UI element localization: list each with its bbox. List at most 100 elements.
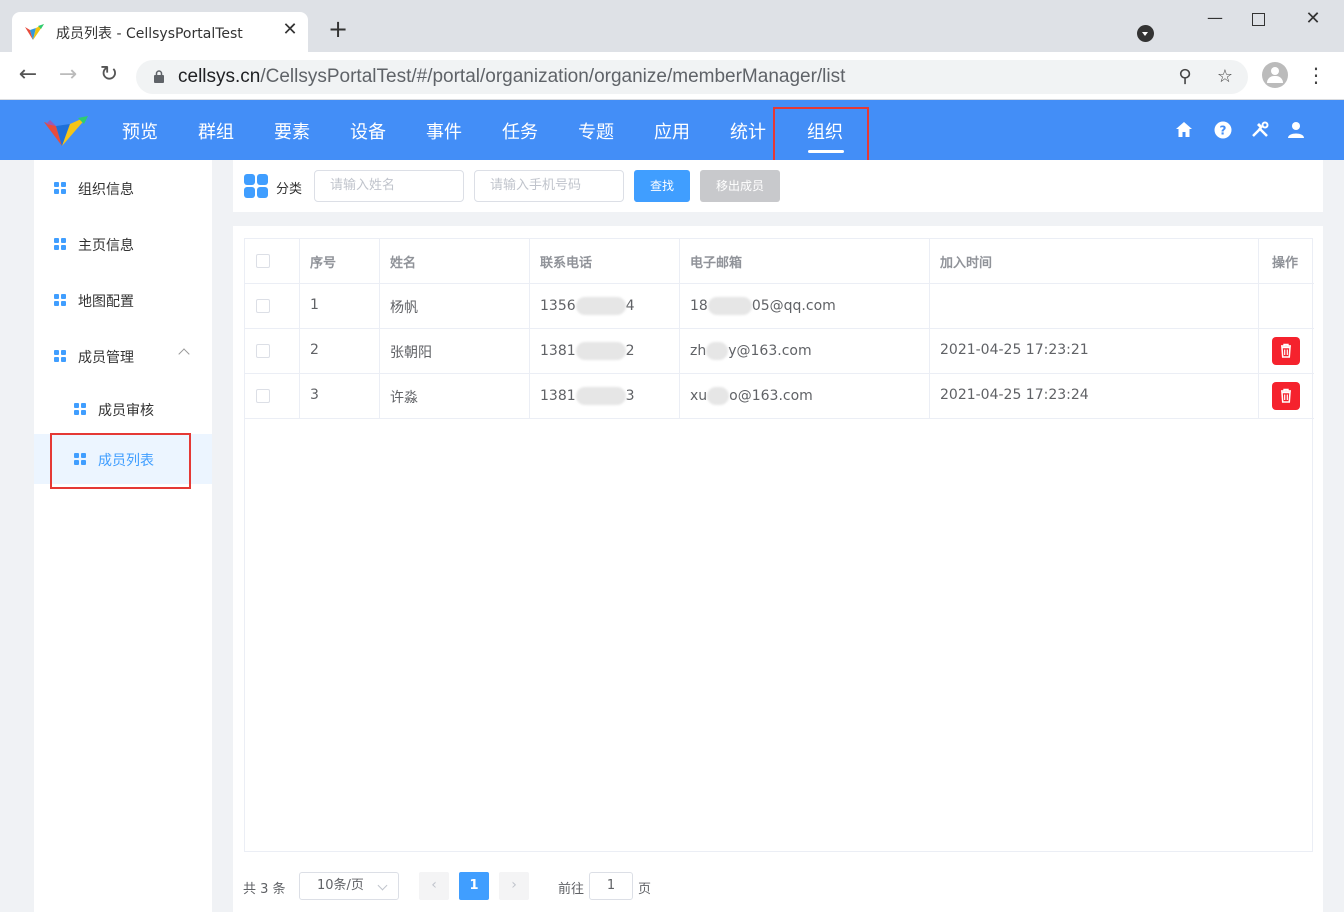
browser-titlebar: 成员列表 - CellsysPortalTest ✕ + — ✕ bbox=[0, 0, 1344, 52]
cell-email: zh y@163.com bbox=[680, 329, 930, 374]
goto-prefix: 前往 bbox=[558, 882, 585, 897]
row-checkbox[interactable] bbox=[256, 299, 270, 313]
nav-item-elements[interactable]: 要素 bbox=[274, 118, 310, 144]
redacted-blur bbox=[706, 342, 729, 360]
omnibox[interactable]: cellsys.cn/CellsysPortalTest/#/portal/or… bbox=[136, 60, 1248, 94]
remove-member-button[interactable]: 移出成员 bbox=[700, 170, 780, 202]
browser-tab[interactable]: 成员列表 - CellsysPortalTest ✕ bbox=[12, 12, 308, 52]
table-row bbox=[245, 284, 300, 329]
prev-page-button[interactable]: ‹ bbox=[419, 872, 449, 900]
cell-joined: 2021-04-25 17:23:21 bbox=[930, 329, 1259, 374]
browser-menu-icon[interactable]: ⋮ bbox=[1306, 62, 1326, 90]
browser-address-bar: ← → ↻ cellsys.cn/CellsysPortalTest/#/por… bbox=[0, 52, 1344, 100]
category-grid-icon bbox=[244, 174, 268, 198]
sidebar-item-org-info[interactable]: 组织信息 bbox=[34, 160, 212, 216]
grid-icon bbox=[54, 294, 66, 306]
cell-name: 许淼 bbox=[380, 374, 530, 419]
cell-joined: 2021-04-25 17:23:24 bbox=[930, 374, 1259, 419]
header-select-cell bbox=[245, 239, 300, 284]
page-number-current[interactable]: 1 bbox=[459, 872, 489, 900]
phone-search-input[interactable]: 请输入手机号码 bbox=[474, 170, 624, 202]
row-checkbox[interactable] bbox=[256, 344, 270, 358]
back-icon[interactable]: ← bbox=[16, 64, 40, 88]
cell-phone: 1356 4 bbox=[530, 284, 680, 329]
cell-email: 18 05@qq.com bbox=[680, 284, 930, 329]
zoom-icon[interactable]: ⚲ bbox=[1174, 66, 1196, 88]
nav-item-groups[interactable]: 群组 bbox=[198, 118, 234, 144]
grid-icon bbox=[74, 403, 86, 415]
tools-icon[interactable] bbox=[1250, 120, 1270, 140]
forward-icon[interactable]: → bbox=[56, 64, 80, 88]
cell-index: 1 bbox=[300, 284, 380, 329]
bookmark-star-icon[interactable]: ☆ bbox=[1214, 66, 1236, 88]
chevron-up-icon bbox=[178, 348, 190, 360]
sidebar-item-label: 组织信息 bbox=[78, 182, 134, 198]
app-header: 预览 群组 要素 设备 事件 任务 专题 应用 统计 组织 ? bbox=[0, 100, 1344, 160]
sidebar: 组织信息 主页信息 地图配置 成员管理 成员审核 成员列表 bbox=[34, 160, 212, 912]
cell-index: 3 bbox=[300, 374, 380, 419]
redacted-blur bbox=[575, 387, 626, 405]
maximize-icon[interactable] bbox=[1244, 8, 1274, 32]
browser-profile-menu-icon[interactable] bbox=[1137, 25, 1154, 42]
name-search-input[interactable]: 请输入姓名 bbox=[314, 170, 464, 202]
filter-toolbar: 分类 请输入姓名 请输入手机号码 查找 移出成员 bbox=[233, 160, 1323, 212]
nav-item-stats[interactable]: 统计 bbox=[730, 118, 766, 144]
delete-member-button[interactable] bbox=[1272, 382, 1300, 410]
url-text[interactable]: cellsys.cn/CellsysPortalTest/#/portal/or… bbox=[178, 66, 845, 88]
home-icon[interactable] bbox=[1174, 120, 1194, 140]
user-icon[interactable] bbox=[1286, 120, 1306, 140]
window-close-icon[interactable]: ✕ bbox=[1298, 8, 1328, 32]
sidebar-item-label: 成员管理 bbox=[78, 350, 134, 366]
cell-name: 张朝阳 bbox=[380, 329, 530, 374]
sidebar-item-label: 成员审核 bbox=[98, 403, 154, 419]
cell-actions bbox=[1259, 329, 1314, 374]
app-logo bbox=[44, 116, 88, 146]
search-button[interactable]: 查找 bbox=[634, 170, 690, 202]
sidebar-item-home-info[interactable]: 主页信息 bbox=[34, 216, 212, 272]
cell-actions bbox=[1259, 284, 1314, 329]
help-icon[interactable]: ? bbox=[1213, 120, 1233, 140]
column-header-name: 姓名 bbox=[380, 239, 530, 284]
goto-page-input[interactable]: 1 bbox=[589, 872, 633, 900]
cell-phone: 1381 2 bbox=[530, 329, 680, 374]
grid-icon bbox=[54, 238, 66, 250]
sidebar-item-member-review[interactable]: 成员审核 bbox=[34, 384, 212, 434]
goto-suffix: 页 bbox=[638, 882, 652, 897]
trash-icon bbox=[1281, 388, 1291, 403]
sidebar-item-member-management[interactable]: 成员管理 bbox=[34, 328, 212, 384]
cell-name: 杨帆 bbox=[380, 284, 530, 329]
grid-icon bbox=[54, 350, 66, 362]
delete-member-button[interactable] bbox=[1272, 337, 1300, 365]
nav-item-preview[interactable]: 预览 bbox=[122, 118, 158, 144]
member-table-panel: 序号 姓名 联系电话 电子邮箱 加入时间 操作 1 杨帆 1356 4 18 05@… bbox=[233, 226, 1323, 912]
cell-index: 2 bbox=[300, 329, 380, 374]
nav-item-events[interactable]: 事件 bbox=[426, 118, 462, 144]
app-favicon-icon bbox=[25, 24, 44, 40]
nav-item-devices[interactable]: 设备 bbox=[350, 118, 386, 144]
nav-item-topics[interactable]: 专题 bbox=[578, 118, 614, 144]
tab-close-icon[interactable]: ✕ bbox=[280, 20, 300, 40]
grid-icon bbox=[54, 182, 66, 194]
table-row bbox=[245, 374, 300, 419]
sidebar-highlight-box bbox=[50, 433, 191, 489]
sidebar-item-map-config[interactable]: 地图配置 bbox=[34, 272, 212, 328]
sidebar-item-label: 主页信息 bbox=[78, 238, 134, 254]
column-header-phone: 联系电话 bbox=[530, 239, 680, 284]
select-all-checkbox[interactable] bbox=[256, 254, 270, 268]
nav-item-apps[interactable]: 应用 bbox=[654, 118, 690, 144]
column-header-index: 序号 bbox=[300, 239, 380, 284]
redacted-blur bbox=[707, 297, 752, 315]
table-row bbox=[245, 329, 300, 374]
reload-icon[interactable]: ↻ bbox=[97, 64, 121, 88]
account-icon[interactable] bbox=[1262, 62, 1288, 88]
next-page-button[interactable]: › bbox=[499, 872, 529, 900]
cell-phone: 1381 3 bbox=[530, 374, 680, 419]
row-checkbox[interactable] bbox=[256, 389, 270, 403]
pager-total: 共 3 条 bbox=[243, 882, 286, 897]
new-tab-icon[interactable]: + bbox=[326, 17, 350, 42]
cell-actions bbox=[1259, 374, 1314, 419]
minimize-icon[interactable]: — bbox=[1200, 8, 1230, 32]
redacted-blur bbox=[707, 387, 730, 405]
nav-item-tasks[interactable]: 任务 bbox=[502, 118, 538, 144]
page-size-select[interactable]: 10条/页 bbox=[299, 872, 399, 900]
